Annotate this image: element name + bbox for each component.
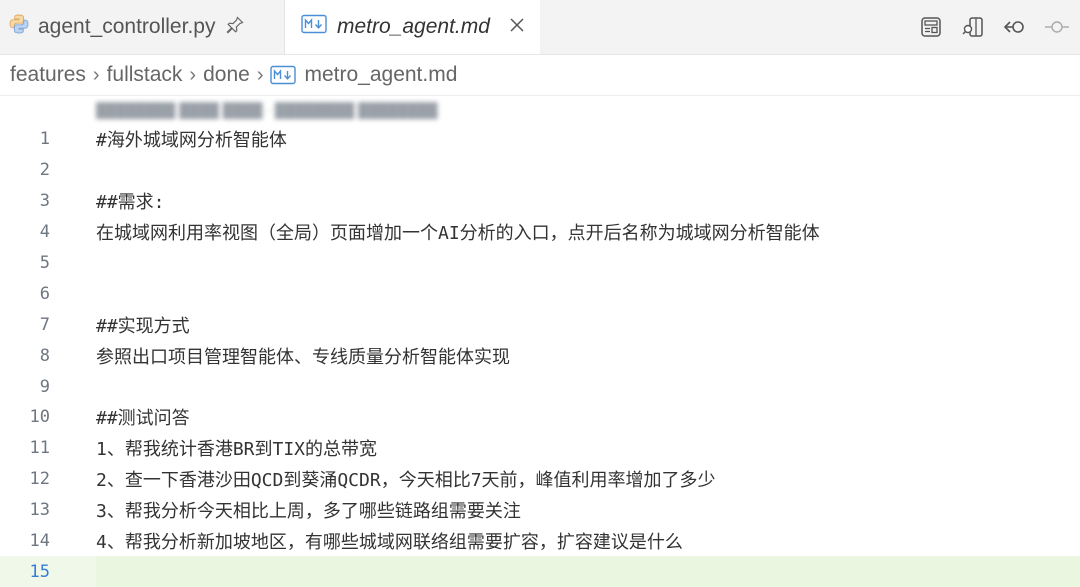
breadcrumb-file[interactable]: metro_agent.md: [270, 63, 457, 87]
code-line[interactable]: 11 1、帮我统计香港BR到TIX的总带宽: [0, 433, 1080, 464]
timeline-icon[interactable]: [1044, 14, 1070, 40]
line-number: 6: [39, 283, 50, 304]
open-preview-icon[interactable]: [918, 14, 944, 40]
code-line[interactable]: 9: [0, 371, 1080, 402]
line-number: 3: [39, 191, 50, 212]
editor-lines: 1 #海外城域网分析智能体 2 3 ##需求: 4 在城域网利用率视图（全局）页面增加一个A…: [0, 124, 1080, 587]
code-line[interactable]: 10 ##测试问答: [0, 402, 1080, 433]
open-preview-side-icon[interactable]: [960, 14, 986, 40]
tab-label: metro_agent.md: [337, 15, 490, 38]
breadcrumb: features › fullstack › done › metro_agen…: [0, 55, 1080, 96]
tab-agent-controller[interactable]: agent_controller.py: [0, 0, 285, 54]
line-number: 12: [29, 469, 50, 490]
code-line[interactable]: 7 ##实现方式: [0, 309, 1080, 340]
line-text: 参照出口项目管理智能体、专线质量分析智能体实现: [96, 346, 510, 368]
go-back-icon[interactable]: [1002, 14, 1028, 40]
line-number: 13: [29, 500, 50, 521]
line-number: 11: [29, 438, 50, 459]
markdown-icon: [301, 14, 327, 40]
code-line[interactable]: 3 ##需求:: [0, 186, 1080, 217]
code-line[interactable]: 13 3、帮我分析今天相比上周，多了哪些链路组需要关注: [0, 495, 1080, 526]
python-icon: [8, 13, 30, 41]
close-icon[interactable]: [508, 15, 526, 39]
line-number: 14: [29, 531, 50, 552]
code-line[interactable]: 6: [0, 278, 1080, 309]
code-line[interactable]: 12 2、查一下香港沙田QCD到葵涌QCDR，今天相比7天前，峰值利用率增加了多少: [0, 464, 1080, 495]
tab-metro-agent[interactable]: metro_agent.md: [285, 0, 540, 54]
line-number: 7: [39, 314, 50, 335]
editor[interactable]: ████████ ████ ████ · ████████ ████████ 1…: [0, 96, 1080, 587]
line-text: 在城域网利用率视图（全局）页面增加一个AI分析的入口，点开后名称为城域网分析智能…: [96, 223, 820, 245]
line-number: 8: [39, 345, 50, 366]
current-line-highlight: [96, 556, 1080, 587]
line-number: 10: [29, 407, 50, 428]
markdown-icon: [270, 65, 297, 85]
tab-bar: agent_controller.py metro_agent.md: [0, 0, 1080, 55]
line-number: 4: [39, 222, 50, 243]
line-text: 4、帮我分析新加坡地区，有哪些城域网联络组需要扩容，扩容建议是什么: [96, 532, 683, 554]
breadcrumb-file-label: metro_agent.md: [304, 63, 458, 86]
tab-label: agent_controller.py: [38, 15, 216, 38]
code-line[interactable]: 8 参照出口项目管理智能体、专线质量分析智能体实现: [0, 340, 1080, 371]
line-text: 2、查一下香港沙田QCD到葵涌QCDR，今天相比7天前，峰值利用率增加了多少: [96, 470, 716, 492]
code-line[interactable]: 1 #海外城域网分析智能体: [0, 124, 1080, 155]
breadcrumb-done[interactable]: done: [203, 63, 250, 87]
line-number: 5: [39, 253, 50, 273]
line-text: 3、帮我分析今天相比上周，多了哪些链路组需要关注: [96, 501, 521, 523]
line-number: 9: [39, 376, 50, 397]
code-line[interactable]: 2: [0, 155, 1080, 186]
breadcrumb-features[interactable]: features: [10, 63, 86, 87]
code-line[interactable]: 5: [0, 248, 1080, 279]
line-number: 1: [39, 129, 50, 150]
line-text: ##测试问答: [96, 408, 190, 430]
blame-annotation: ████████ ████ ████ · ████████ ████████: [96, 102, 438, 118]
line-number: 2: [39, 160, 50, 181]
chevron-right-icon: ›: [92, 63, 100, 86]
code-line[interactable]: 15: [0, 556, 1080, 587]
code-line[interactable]: 4 在城域网利用率视图（全局）页面增加一个AI分析的入口，点开后名称为城域网分析智…: [0, 217, 1080, 248]
chevron-right-icon: ›: [189, 63, 197, 86]
line-text: ##需求:: [96, 192, 165, 214]
breadcrumb-fullstack[interactable]: fullstack: [107, 63, 183, 87]
pin-icon[interactable]: [225, 15, 245, 40]
line-text: ##实现方式: [96, 315, 190, 337]
code-line[interactable]: 14 4、帮我分析新加坡地区，有哪些城域网联络组需要扩容，扩容建议是什么: [0, 526, 1080, 557]
editor-actions: [918, 0, 1070, 54]
chevron-right-icon: ›: [256, 63, 264, 86]
line-number: 15: [29, 561, 50, 582]
line-text: 1、帮我统计香港BR到TIX的总带宽: [96, 439, 378, 461]
line-text: #海外城域网分析智能体: [96, 130, 287, 152]
